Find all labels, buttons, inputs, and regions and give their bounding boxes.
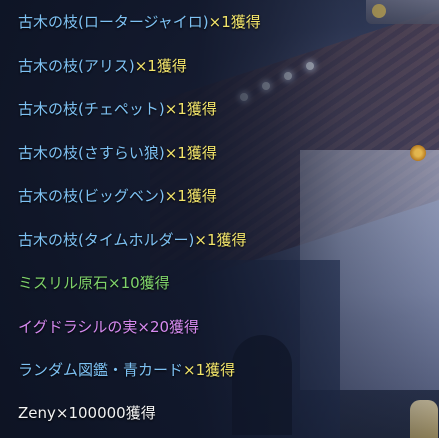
- log-entry: ミスリル原石×10獲得: [18, 261, 170, 305]
- game-scene: 古木の枝(ロータージャイロ)×1獲得 古木の枝(アリス)×1獲得 古木の枝(チェ…: [0, 0, 439, 438]
- log-item-name: 古木の枝(タイムホルダー): [18, 231, 195, 249]
- log-obtain-text: ×1獲得: [183, 361, 236, 379]
- log-item-name: 古木の枝(ロータージャイロ): [18, 13, 209, 31]
- log-obtain-text: ×1獲得: [164, 144, 217, 162]
- log-obtain-text: ×1獲得: [164, 187, 217, 205]
- log-obtain-text: ×1獲得: [164, 100, 217, 118]
- log-entry: 古木の枝(チェペット)×1獲得: [18, 87, 217, 131]
- log-item-name: 古木の枝(さすらい狼): [18, 144, 165, 162]
- log-item-name: イグドラシルの実×20獲得: [18, 318, 200, 336]
- log-entry: 古木の枝(ロータージャイロ)×1獲得: [18, 0, 261, 44]
- log-entry: 古木の枝(さすらい狼)×1獲得: [18, 131, 217, 175]
- log-obtain-text: ×1獲得: [134, 57, 187, 75]
- log-item-name: 古木の枝(ビッグベン): [18, 187, 165, 205]
- log-entry: 古木の枝(ビッグベン)×1獲得: [18, 174, 217, 218]
- log-entry: 古木の枝(タイムホルダー)×1獲得: [18, 218, 247, 262]
- log-entry: 古木の枝(アリス)×1獲得: [18, 44, 187, 88]
- log-obtain-text: ×1獲得: [194, 231, 247, 249]
- log-item-name: 古木の枝(アリス): [18, 57, 135, 75]
- log-item-name: ミスリル原石×10獲得: [18, 274, 170, 292]
- log-obtain-text: ×1獲得: [208, 13, 261, 31]
- log-item-name: 古木の枝(チェペット): [18, 100, 165, 118]
- log-entry: ランダム図鑑・青カード×1獲得: [18, 348, 235, 392]
- log-entry: イグドラシルの実×20獲得: [18, 305, 199, 349]
- log-item-name: ランダム図鑑・青カード: [18, 361, 184, 379]
- log-item-name: Zeny×100000獲得: [18, 404, 156, 422]
- log-entry: Zeny×100000獲得: [18, 391, 156, 435]
